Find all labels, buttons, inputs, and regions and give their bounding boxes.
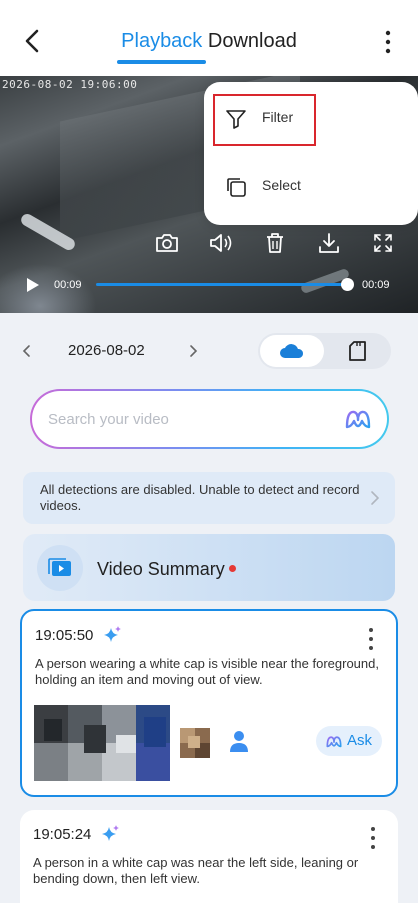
video-timestamp: 2026-08-02 19:06:00 (2, 78, 138, 91)
ai-search-box (30, 389, 389, 449)
total-duration: 00:09 (362, 279, 390, 291)
elapsed-time: 00:09 (54, 279, 82, 291)
more-options-icon[interactable] (366, 627, 376, 651)
search-input[interactable] (48, 403, 328, 435)
progress-bar[interactable] (96, 283, 348, 286)
person-icon[interactable] (228, 729, 250, 753)
detection-notice[interactable]: All detections are disabled. Unable to d… (23, 472, 395, 524)
ai-assistant-icon (326, 736, 342, 748)
date-bar: 2026-08-02 (0, 333, 418, 369)
select-icon (227, 178, 246, 197)
speaker-icon[interactable] (206, 228, 236, 258)
notice-text: All detections are disabled. Unable to d… (40, 482, 360, 513)
chevron-right-icon (371, 491, 380, 505)
ai-sparkle-icon (104, 626, 121, 642)
event-card[interactable]: 19:05:50 A person wearing a white cap is… (20, 609, 398, 797)
more-options-icon[interactable] (368, 826, 378, 850)
video-summary-banner[interactable]: Video Summary (23, 534, 395, 601)
video-summary-icon (48, 558, 71, 576)
trash-icon[interactable] (260, 228, 290, 258)
ask-ai-button[interactable]: Ask (316, 726, 382, 756)
cloud-icon (280, 344, 304, 358)
header-tabs: Playback Download (0, 30, 418, 53)
selected-date[interactable]: 2026-08-02 (68, 342, 145, 359)
tab-playback[interactable]: Playback (121, 30, 202, 52)
progress-handle[interactable] (341, 278, 354, 291)
cloud-storage-option[interactable] (260, 335, 324, 367)
video-toolbar (150, 228, 400, 258)
ask-label: Ask (347, 732, 373, 749)
tab-download[interactable]: Download (208, 30, 297, 52)
event-description: A person in a white cap was near the lef… (33, 855, 359, 886)
event-description: A person wearing a white cap is visible … (35, 656, 379, 687)
menu-item-label: Select (262, 177, 301, 193)
options-menu: Filter Select (204, 82, 418, 225)
ai-assistant-icon[interactable] (343, 405, 373, 433)
app-header: Playback Download (0, 0, 418, 76)
chevron-left-icon[interactable] (17, 341, 37, 361)
video-summary-label: Video Summary (97, 559, 225, 579)
video-summary-icon-bg (37, 545, 83, 591)
more-options-icon[interactable] (378, 29, 398, 55)
event-card[interactable]: 19:05:24 A person in a white cap was nea… (20, 810, 398, 903)
playback-screen: Playback Download 2026-08-02 19:06:00 00… (0, 0, 418, 903)
filter-highlight-box (213, 94, 316, 146)
download-icon[interactable] (314, 228, 344, 258)
storage-toggle (258, 333, 391, 369)
camera-icon[interactable] (152, 228, 182, 258)
event-thumbnail[interactable] (34, 705, 170, 781)
sd-card-icon (349, 341, 366, 361)
play-icon[interactable] (22, 275, 42, 295)
ai-sparkle-icon (102, 825, 119, 841)
search-inner (32, 391, 387, 447)
sd-card-option[interactable] (325, 335, 389, 367)
menu-item-select[interactable]: Select (216, 162, 406, 212)
notification-dot (229, 565, 236, 572)
event-time: 19:05:50 (35, 627, 94, 644)
face-thumbnail[interactable] (180, 728, 210, 758)
chevron-right-icon[interactable] (183, 341, 203, 361)
event-time: 19:05:24 (33, 826, 92, 843)
fullscreen-icon[interactable] (368, 228, 398, 258)
